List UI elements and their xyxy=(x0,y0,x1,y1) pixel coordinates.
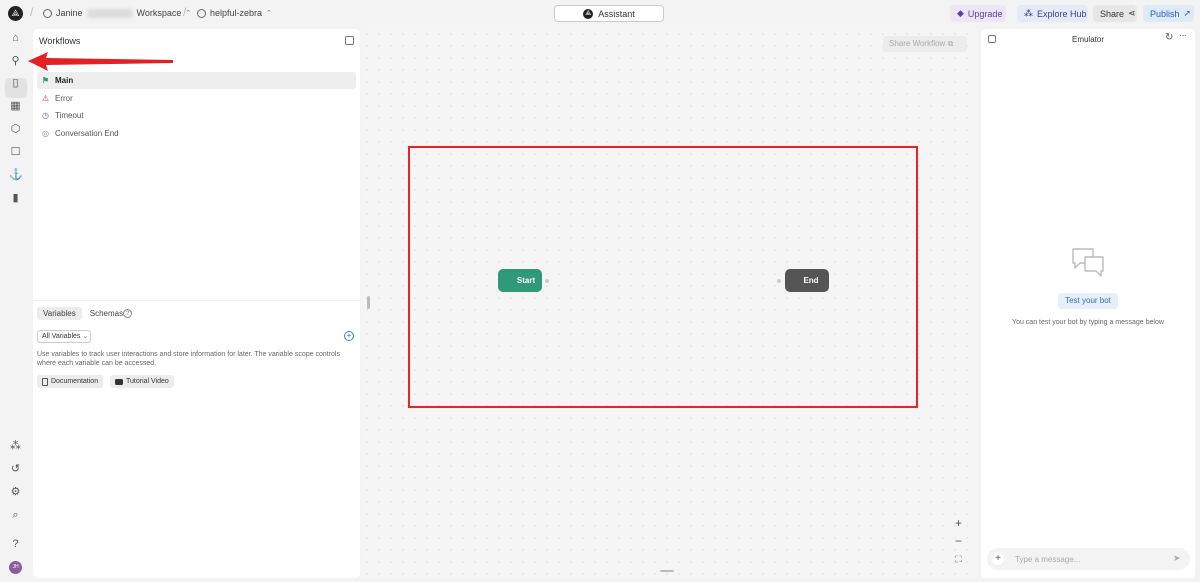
external-link-icon: ⧉ xyxy=(947,39,954,48)
end-circle-icon: ◎ xyxy=(42,129,49,138)
message-input-bar: + ➤ xyxy=(987,548,1190,570)
left-nav-rail: ⌂ ⚲ ▯ ▦ ⬡ ☐ ⚓ ▮ ⁂ ↺ ⚙ ⌕ ? xyxy=(0,27,32,582)
message-input[interactable] xyxy=(1015,553,1165,565)
tutorial-video-link[interactable]: Tutorial Video xyxy=(110,375,174,388)
link-label: Tutorial Video xyxy=(126,378,169,385)
variables-filter-select[interactable]: All Variables ⌄ xyxy=(37,330,91,343)
reset-icon[interactable]: ↻ xyxy=(1165,32,1173,43)
workflow-item-conversation-end[interactable]: ◎ Conversation End xyxy=(37,125,356,142)
link-label: Documentation xyxy=(51,378,99,385)
workspace-label: Workspace xyxy=(136,8,182,18)
divider xyxy=(33,300,360,301)
clock-icon: ◷ xyxy=(42,111,49,120)
zoom-in-button[interactable]: + xyxy=(950,515,967,532)
warning-icon: ⚠ xyxy=(41,94,50,103)
share-button[interactable]: Share ⋖ xyxy=(1093,5,1137,22)
settings-icon[interactable]: ⚙ xyxy=(9,486,22,499)
fit-view-button[interactable]: ⛶ xyxy=(950,551,967,568)
explore-hub-label: Explore Hub xyxy=(1037,8,1087,19)
youtube-icon xyxy=(115,378,123,385)
workflow-item-main[interactable]: ⚑ Main xyxy=(37,72,356,89)
emulator-panel: Emulator ↻ ··· Test your bot You can tes… xyxy=(981,29,1195,578)
start-node-output-port[interactable] xyxy=(545,279,549,283)
help-icon[interactable]: ? xyxy=(9,538,22,551)
publish-button[interactable]: Publish ➚ xyxy=(1143,5,1194,22)
test-your-bot-button[interactable]: Test your bot xyxy=(1058,293,1118,309)
avatar[interactable]: JH xyxy=(9,561,22,574)
knowledge-book-icon[interactable]: ▯ xyxy=(9,77,22,90)
workspace-breadcrumb[interactable]: Janine Workspace ⌃ xyxy=(43,8,191,18)
zoom-out-button[interactable]: − xyxy=(950,533,967,550)
integrations-icon[interactable]: ⬡ xyxy=(9,123,22,136)
chevron-down-icon: ⌄ xyxy=(82,333,89,340)
assistant-icon: ⟁ xyxy=(583,8,594,19)
share-workflow-label: Share Workflow xyxy=(889,39,946,48)
collapse-panel-icon[interactable] xyxy=(345,36,354,45)
history-icon[interactable]: ↺ xyxy=(9,463,22,476)
workflow-canvas[interactable]: Share Workflow ⧉ Start End + − ⛶ xyxy=(361,28,977,578)
more-options-icon[interactable]: ··· xyxy=(1179,30,1187,41)
home-icon[interactable]: ⌂ xyxy=(9,32,22,45)
flag-icon: ⚑ xyxy=(41,76,50,85)
project-name: helpful-zebra xyxy=(210,8,263,18)
publish-label: Publish xyxy=(1150,8,1180,19)
end-node-input-port[interactable] xyxy=(777,279,781,283)
workflow-label: Main xyxy=(55,76,74,85)
bot-icon[interactable]: ☐ xyxy=(9,146,22,159)
annotation-highlight-box xyxy=(408,146,918,408)
workflow-item-error[interactable]: ⚠ Error xyxy=(37,90,356,107)
workflows-icon[interactable]: ⚲ xyxy=(9,55,22,68)
upgrade-label: Upgrade xyxy=(967,8,1003,19)
variables-tabs: Variables Schemas xyxy=(37,307,129,320)
start-node[interactable]: Start xyxy=(498,269,542,292)
bookmark-icon[interactable]: ▮ xyxy=(9,192,22,205)
explore-hub-button[interactable]: ⁂ Explore Hub xyxy=(1017,5,1088,22)
rocket-icon: ➚ xyxy=(1183,8,1192,18)
test-description: You can test your bot by typing a messag… xyxy=(1012,319,1164,326)
table-icon[interactable]: ▦ xyxy=(9,100,22,113)
bottom-resize-handle[interactable] xyxy=(660,570,674,572)
top-bar: ⟁ / Janine Workspace ⌃ / helpful-zebra ⌃… xyxy=(0,0,1200,27)
emulator-title: Emulator xyxy=(1071,35,1104,44)
breadcrumb-separator: / xyxy=(183,5,187,19)
redacted-text xyxy=(86,8,133,18)
panel-title: Workflows xyxy=(39,36,81,46)
annotation-arrow xyxy=(28,52,173,71)
hub-icon: ⁂ xyxy=(1024,8,1033,18)
send-icon[interactable]: ➤ xyxy=(1173,553,1181,564)
workflow-label: Error xyxy=(55,94,73,103)
project-icon xyxy=(197,8,206,18)
workflow-label: Conversation End xyxy=(55,129,119,138)
project-breadcrumb[interactable]: helpful-zebra ⌃ xyxy=(197,8,272,18)
assistant-tab[interactable]: ⟁ Assistant xyxy=(554,5,664,22)
workspace-icon xyxy=(43,8,52,18)
anchor-icon[interactable]: ⚓ xyxy=(9,169,23,182)
document-icon xyxy=(42,377,48,386)
panel-resize-handle[interactable] xyxy=(367,296,370,309)
help-icon[interactable]: ? xyxy=(123,309,132,318)
add-variable-button[interactable]: + xyxy=(344,331,354,341)
variables-description: Use variables to track user interactions… xyxy=(37,351,340,367)
documentation-link[interactable]: Documentation xyxy=(37,375,104,388)
user-name: Janine xyxy=(56,8,83,18)
breadcrumb-separator: / xyxy=(30,5,34,19)
workflow-label: Timeout xyxy=(55,111,84,120)
chevron-updown-icon: ⌃ xyxy=(266,10,272,17)
workflow-item-timeout[interactable]: ◷ Timeout xyxy=(37,107,356,124)
search-icon[interactable]: ⌕ xyxy=(9,509,22,522)
assistant-tab-label: Assistant xyxy=(598,8,635,19)
tab-variables[interactable]: Variables xyxy=(37,307,82,320)
hub-icon[interactable]: ⁂ xyxy=(9,440,22,453)
add-attachment-button[interactable]: + xyxy=(992,553,1004,565)
end-node[interactable]: End xyxy=(785,269,829,292)
share-icon: ⋖ xyxy=(1128,8,1136,18)
chat-bubbles-icon xyxy=(1072,248,1104,277)
diamond-icon: ◆ xyxy=(957,8,964,18)
app-logo-icon[interactable]: ⟁ xyxy=(8,6,23,21)
filter-value: All Variables xyxy=(42,333,81,340)
share-label: Share xyxy=(1100,8,1125,19)
upgrade-button[interactable]: ◆ Upgrade xyxy=(950,5,1006,22)
workflows-panel: Workflows ⚑ Main ⚠ Error ◷ Timeout ◎ Con… xyxy=(33,29,360,578)
share-workflow-button[interactable]: Share Workflow ⧉ xyxy=(883,36,967,52)
